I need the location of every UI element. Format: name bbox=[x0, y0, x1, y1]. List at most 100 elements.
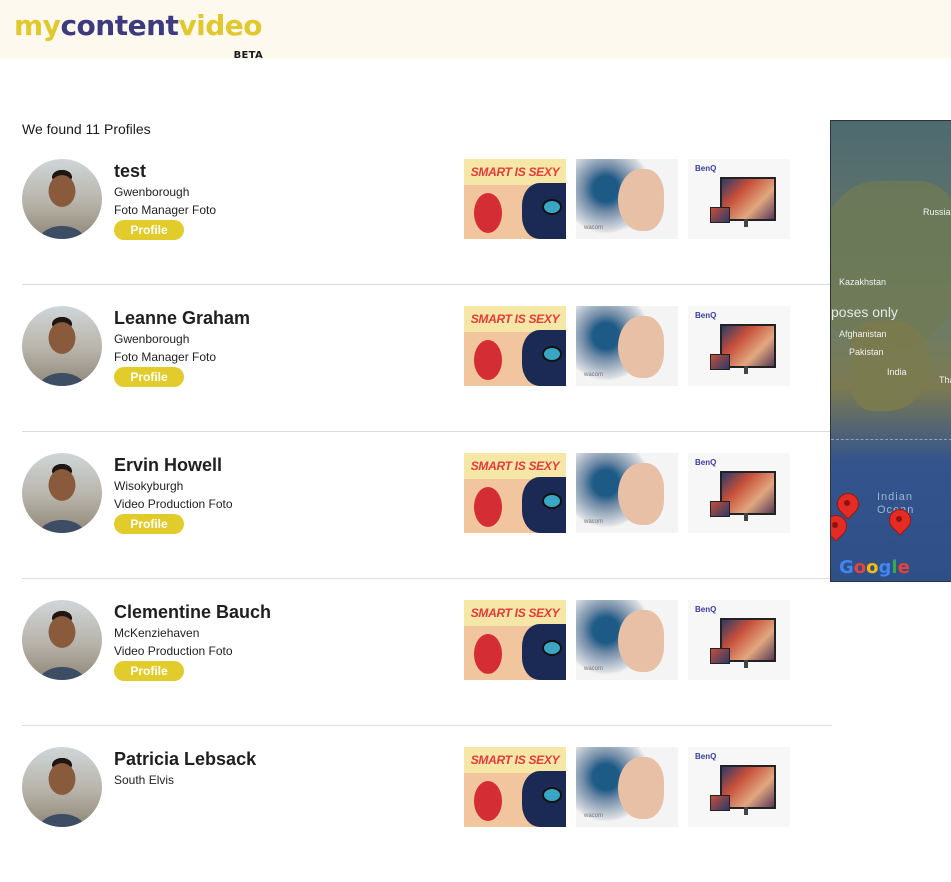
portrait-art bbox=[618, 463, 664, 525]
beta-badge: BETA bbox=[233, 50, 264, 61]
profile-name: test bbox=[114, 161, 147, 181]
profile-row: Ervin Howell Wisokyburgh Video Productio… bbox=[22, 441, 832, 588]
profile-info: Leanne Graham Gwenborough Foto Manager F… bbox=[114, 306, 250, 387]
map-marker-pin[interactable] bbox=[831, 510, 852, 545]
logo-part-content: content bbox=[60, 9, 179, 42]
google-logo: Google bbox=[839, 557, 910, 578]
profile-info: Clementine Bauch McKenziehaven Video Pro… bbox=[114, 600, 271, 681]
lips-illustration bbox=[474, 193, 502, 233]
monitor-stand bbox=[744, 219, 748, 227]
map-label-afghanistan: Afghanistan bbox=[839, 329, 887, 339]
monitor-stand bbox=[744, 807, 748, 815]
thumbnail-caption: SMART IS SEXY bbox=[464, 600, 566, 626]
benq-brand: BenQ bbox=[695, 164, 717, 173]
profile-name: Ervin Howell bbox=[114, 455, 223, 475]
thumbnail-smart-is-sexy[interactable]: SMART IS SEXY bbox=[464, 453, 566, 533]
map-label-kazakhstan: Kazakhstan bbox=[839, 277, 887, 287]
profile-row: Patricia Lebsack South Elvis SMART IS SE… bbox=[22, 735, 832, 882]
thumbnail-benq[interactable]: BenQ bbox=[688, 453, 790, 533]
benq-brand: BenQ bbox=[695, 605, 717, 614]
row-divider bbox=[22, 431, 832, 432]
profile-name: Leanne Graham bbox=[114, 308, 251, 328]
results-count: We found 11 Profiles bbox=[22, 121, 151, 137]
lips-illustration bbox=[474, 634, 502, 674]
header-bar: mycontentvideo BETA bbox=[0, 0, 951, 61]
wacom-mark: wacom bbox=[584, 372, 604, 378]
lips-illustration bbox=[474, 487, 502, 527]
map-panel[interactable]: Russia Kazakhstan poses only Afghanistan… bbox=[830, 120, 951, 582]
thumbnail-caption: SMART IS SEXY bbox=[464, 453, 566, 479]
thumbnail-benq[interactable]: BenQ bbox=[688, 159, 790, 239]
map-ocean-label-1: Indian bbox=[877, 491, 913, 503]
thumbnail-benq[interactable]: BenQ bbox=[688, 600, 790, 680]
profile-city: Wisokyburgh bbox=[114, 479, 184, 493]
logo-part-video: video bbox=[178, 9, 263, 42]
profile-button[interactable]: Profile bbox=[114, 367, 184, 387]
profile-info: Patricia Lebsack South Elvis bbox=[114, 747, 256, 789]
profile-button[interactable]: Profile bbox=[114, 514, 184, 534]
profile-info: Ervin Howell Wisokyburgh Video Productio… bbox=[114, 453, 233, 534]
portrait-art bbox=[618, 757, 664, 819]
thumbnail-smart-is-sexy[interactable]: SMART IS SEXY bbox=[464, 159, 566, 239]
wacom-mark: wacom bbox=[584, 813, 604, 819]
profile-button[interactable]: Profile bbox=[114, 661, 184, 681]
profile-row: Leanne Graham Gwenborough Foto Manager F… bbox=[22, 294, 832, 441]
thumbnail-caption: SMART IS SEXY bbox=[464, 159, 566, 185]
profile-city: South Elvis bbox=[114, 773, 175, 787]
thumbnail-wacom[interactable]: wacom bbox=[576, 159, 678, 239]
thumbnail-smart-is-sexy[interactable]: SMART IS SEXY bbox=[464, 747, 566, 827]
profile-city: Gwenborough bbox=[114, 332, 190, 346]
row-divider bbox=[22, 578, 832, 579]
eye-illustration bbox=[542, 493, 562, 509]
thumbnail-wacom[interactable]: wacom bbox=[576, 306, 678, 386]
profile-row: test Gwenborough Foto Manager Foto Profi… bbox=[22, 147, 832, 294]
monitor-stand bbox=[744, 513, 748, 521]
thumbnail-caption: SMART IS SEXY bbox=[464, 747, 566, 773]
eye-illustration bbox=[542, 640, 562, 656]
thumbnail-benq[interactable]: BenQ bbox=[688, 306, 790, 386]
profile-name: Clementine Bauch bbox=[114, 602, 272, 622]
eye-illustration bbox=[542, 199, 562, 215]
logo-part-my: my bbox=[14, 9, 61, 42]
row-divider bbox=[22, 284, 832, 285]
thumbnail-wacom[interactable]: wacom bbox=[576, 600, 678, 680]
thumbnail-smart-is-sexy[interactable]: SMART IS SEXY bbox=[464, 600, 566, 680]
thumbnail-benq[interactable]: BenQ bbox=[688, 747, 790, 827]
avatar[interactable] bbox=[22, 747, 102, 827]
map-marker-pin[interactable] bbox=[884, 504, 916, 539]
portrait-art bbox=[618, 316, 664, 378]
profile-info: test Gwenborough Foto Manager Foto Profi… bbox=[114, 159, 216, 240]
tablet-image bbox=[710, 207, 730, 223]
wacom-mark: wacom bbox=[584, 225, 604, 231]
map-label-tha: Tha bbox=[939, 375, 951, 385]
avatar[interactable] bbox=[22, 600, 102, 680]
site-logo[interactable]: mycontentvideo BETA bbox=[14, 9, 263, 61]
map-label-pakistan: Pakistan bbox=[849, 347, 884, 357]
profile-city: Gwenborough bbox=[114, 185, 190, 199]
thumbnail-smart-is-sexy[interactable]: SMART IS SEXY bbox=[464, 306, 566, 386]
portrait-art bbox=[618, 169, 664, 231]
thumbnail-wacom[interactable]: wacom bbox=[576, 747, 678, 827]
profile-role: Video Production Foto bbox=[114, 644, 233, 658]
map-label-russia: Russia bbox=[923, 207, 951, 217]
benq-brand: BenQ bbox=[695, 752, 717, 761]
profile-row: Clementine Bauch McKenziehaven Video Pro… bbox=[22, 588, 832, 735]
profile-role: Foto Manager Foto bbox=[114, 350, 217, 364]
tablet-image bbox=[710, 648, 730, 664]
profile-button[interactable]: Profile bbox=[114, 220, 184, 240]
thumbnail-wacom[interactable]: wacom bbox=[576, 453, 678, 533]
benq-brand: BenQ bbox=[695, 458, 717, 467]
profile-city: McKenziehaven bbox=[114, 626, 200, 640]
lips-illustration bbox=[474, 781, 502, 821]
map-watermark: poses only bbox=[831, 304, 898, 320]
tablet-image bbox=[710, 354, 730, 370]
avatar[interactable] bbox=[22, 453, 102, 533]
thumbnail-caption: SMART IS SEXY bbox=[464, 306, 566, 332]
wacom-mark: wacom bbox=[584, 666, 604, 672]
avatar[interactable] bbox=[22, 306, 102, 386]
monitor-stand bbox=[744, 660, 748, 668]
profile-list: test Gwenborough Foto Manager Foto Profi… bbox=[22, 147, 832, 882]
profile-role: Video Production Foto bbox=[114, 497, 233, 511]
tablet-image bbox=[710, 501, 730, 517]
avatar[interactable] bbox=[22, 159, 102, 239]
